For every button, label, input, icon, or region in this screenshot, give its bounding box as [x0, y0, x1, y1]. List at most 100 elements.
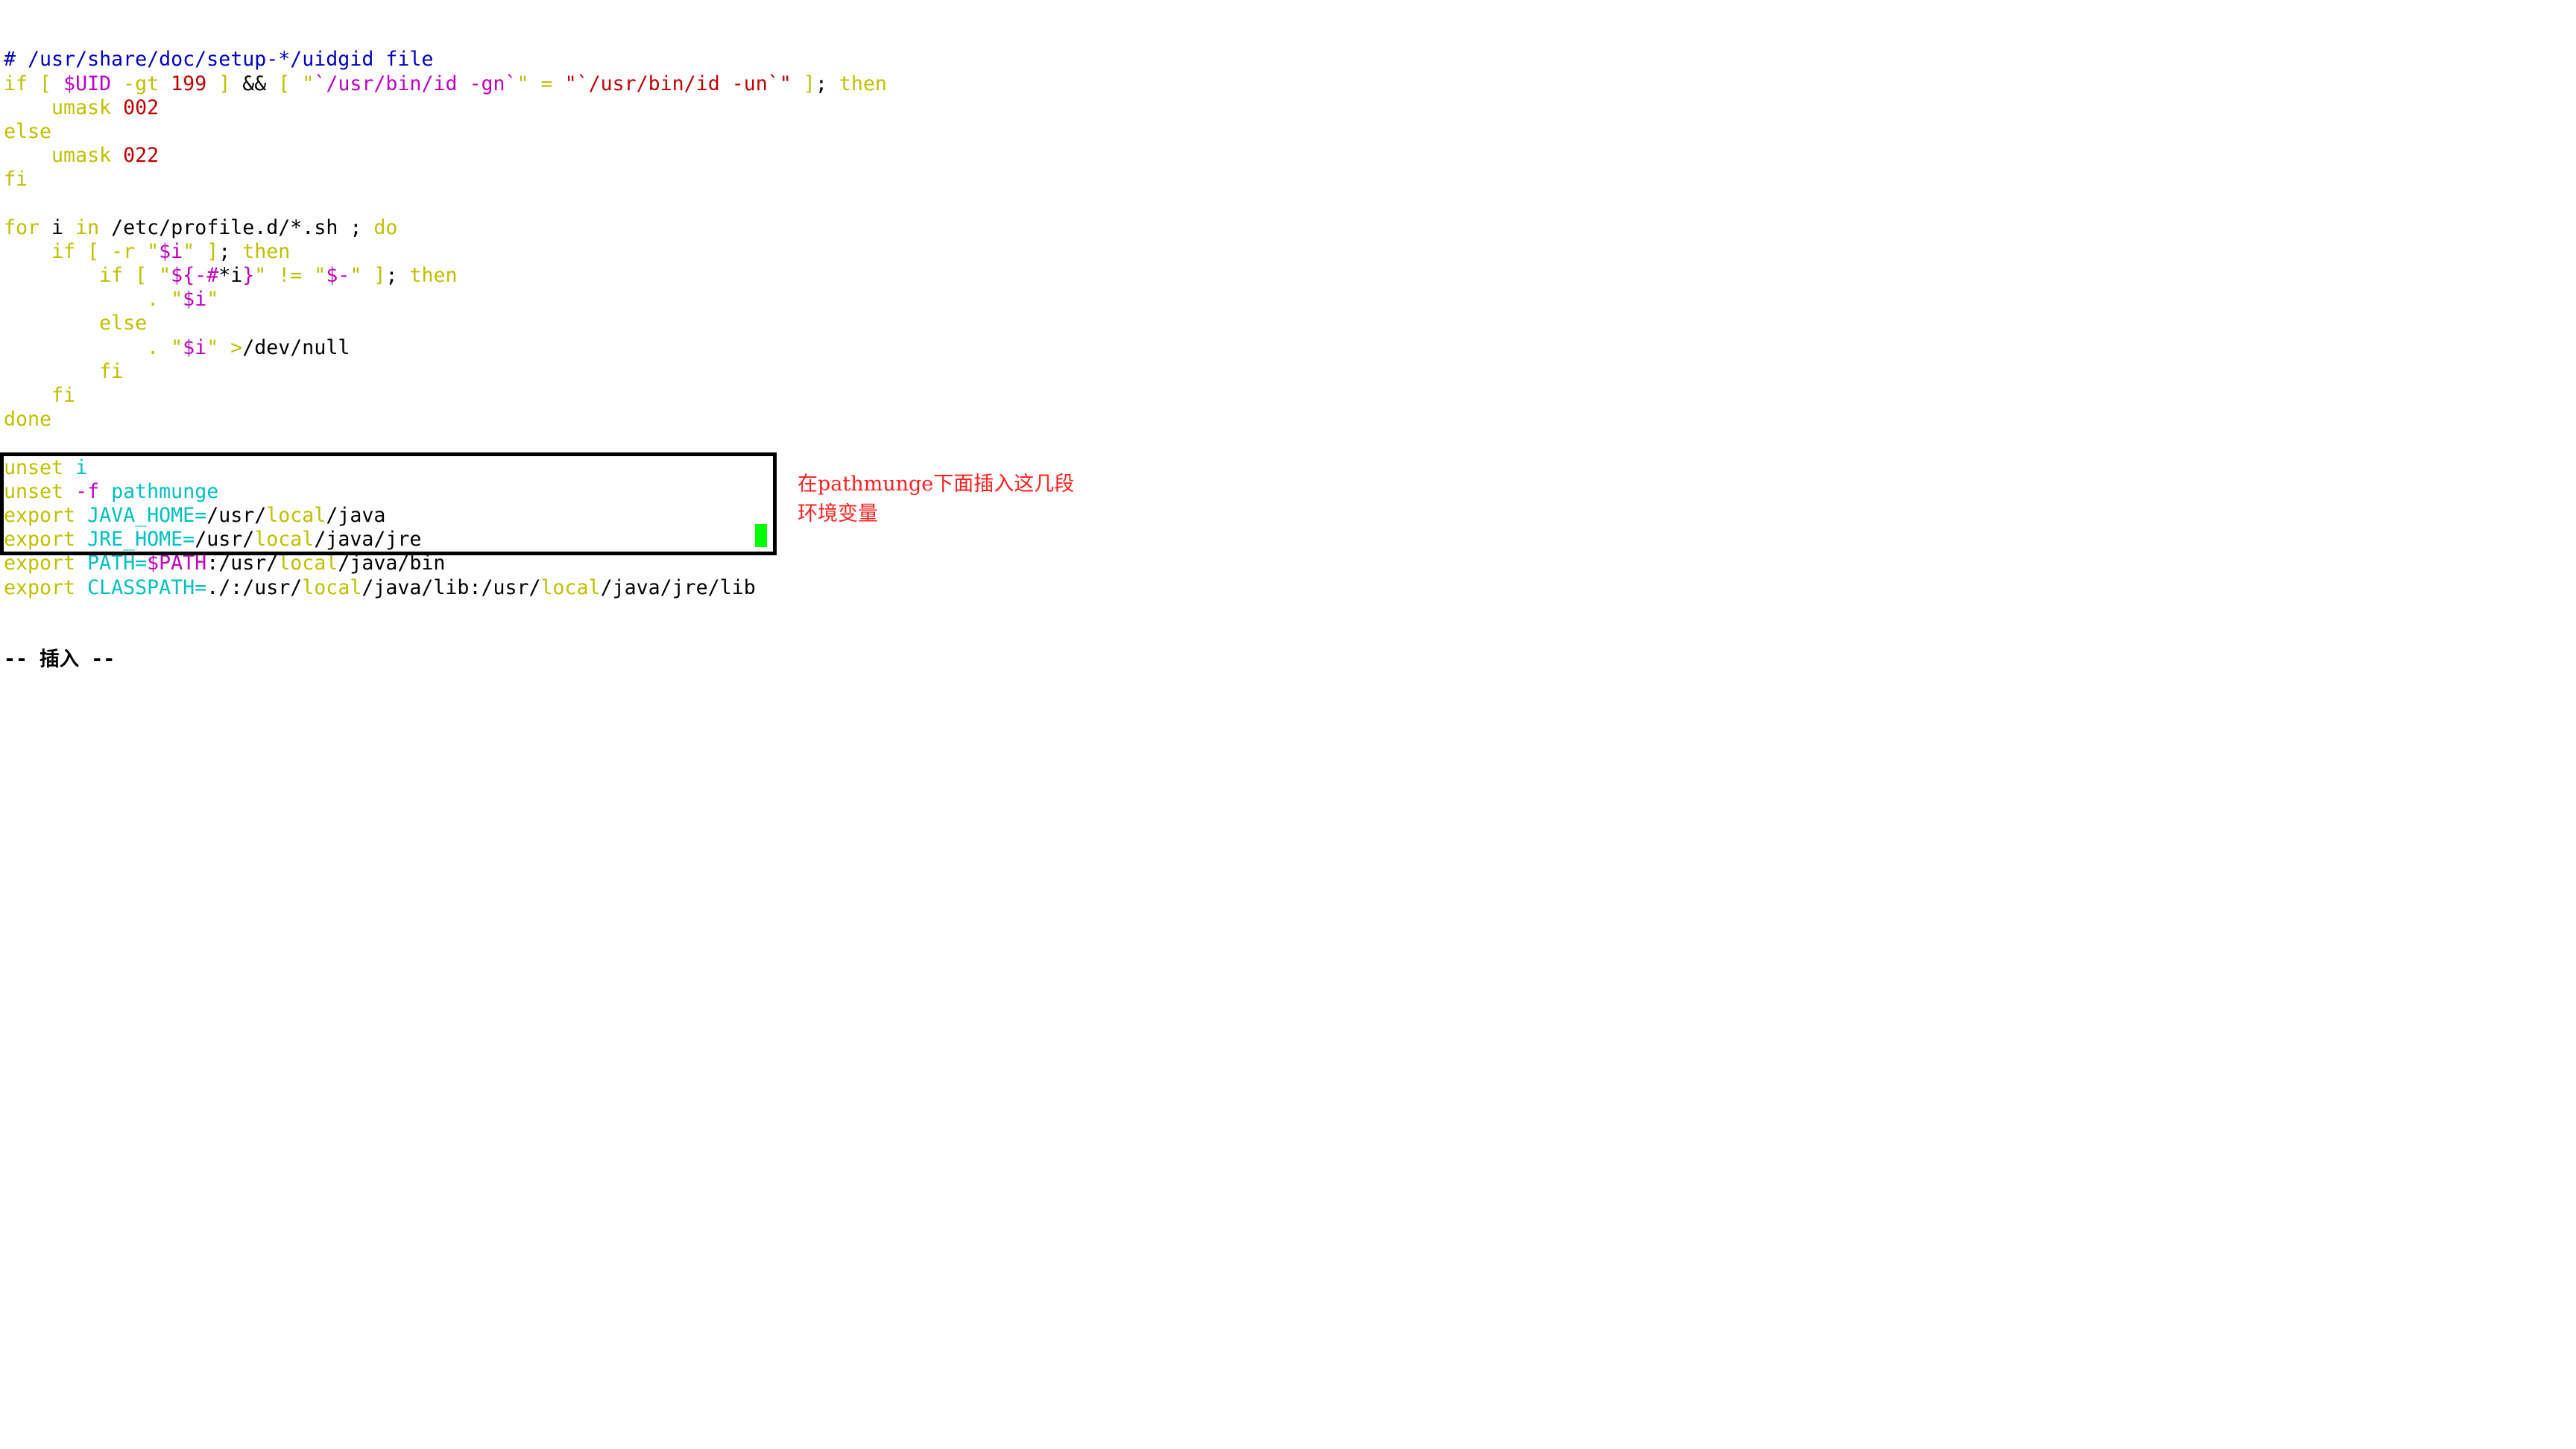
- token-var: $-: [326, 264, 350, 288]
- token-plain: ./:/usr/: [206, 575, 303, 599]
- token-ident: i: [75, 455, 88, 479]
- token-keyword: then: [839, 72, 887, 95]
- code-line[interactable]: if [ $UID -gt 199 ] && [ "`/usr/bin/id -…: [4, 72, 887, 96]
- token-plain: /java/jre: [314, 528, 422, 552]
- token-ident: CLASSPATH=: [87, 575, 207, 599]
- annotation-line-2: 环境变量: [798, 502, 878, 525]
- token-keyword: ]: [206, 72, 243, 95]
- code-line[interactable]: fi: [4, 360, 887, 384]
- token-plain: &&: [242, 72, 267, 95]
- token-var: ${-#: [171, 264, 219, 288]
- vim-editor[interactable]: # /usr/share/doc/setup-*/uidgid file if […: [4, 0, 887, 696]
- code-line[interactable]: done: [4, 408, 887, 432]
- token-plain: /usr/: [195, 528, 255, 552]
- token-keyword: export: [4, 552, 88, 575]
- token-var: $UID: [63, 72, 112, 95]
- token-string: "`/usr/bin/id -un`": [564, 72, 792, 95]
- token-keyword: export: [4, 503, 88, 527]
- code-line[interactable]: else: [4, 120, 887, 144]
- code-line[interactable]: unset i: [4, 456, 887, 480]
- token-keyword: unset: [4, 455, 76, 479]
- code-line[interactable]: if [ -r "$i" ]; then: [4, 240, 887, 264]
- token-keyword: do: [373, 215, 398, 239]
- token-number: 199: [171, 72, 207, 95]
- token-keyword: if [ -r ": [4, 239, 160, 263]
- token-var: }: [242, 264, 255, 288]
- code-line[interactable]: fi: [4, 384, 887, 408]
- token-keyword: done: [4, 408, 52, 432]
- code-line[interactable]: for i in /etc/profile.d/*.sh ; do: [4, 216, 887, 240]
- token-keyword: local: [266, 503, 326, 527]
- token-keyword: ]: [791, 72, 815, 95]
- token-plain: ;: [218, 239, 243, 263]
- token-var: $PATH: [147, 552, 207, 575]
- code-line[interactable]: unset -f pathmunge: [4, 480, 887, 504]
- token-keyword: else: [4, 312, 148, 335]
- token-keyword: ": [206, 288, 219, 312]
- annotation-note: 在pathmunge下面插入这几段 环境变量: [798, 470, 1074, 529]
- token-plain: /dev/null: [242, 335, 350, 359]
- text-cursor: [755, 524, 767, 547]
- token-keyword: " ]: [350, 264, 386, 288]
- token-var: $i: [159, 239, 183, 263]
- code-lines[interactable]: # /usr/share/doc/setup-*/uidgid file if […: [4, 48, 887, 599]
- token-keyword: -gt: [111, 72, 171, 95]
- token-keyword: fi: [4, 168, 28, 192]
- token-keyword: then: [242, 239, 291, 263]
- token-keyword: umask: [4, 95, 124, 119]
- token-keyword: local: [302, 575, 362, 599]
- token-keyword: local: [254, 528, 315, 552]
- token-plain: /etc/profile.d/*.sh ;: [99, 215, 374, 239]
- token-keyword: umask: [4, 144, 124, 168]
- token-keyword: " ]: [183, 239, 219, 263]
- token-plain: /java/bin: [338, 552, 446, 575]
- code-line[interactable]: umask 002: [4, 96, 887, 120]
- token-plain: ;: [815, 72, 839, 95]
- token-plain: /java/jre/lib: [600, 575, 756, 599]
- token-keyword: fi: [4, 384, 76, 408]
- token-ident: pathmunge: [111, 479, 219, 503]
- token-comment: # /usr/share/doc/setup-*/uidgid file: [4, 48, 434, 72]
- code-line[interactable]: . "$i": [4, 288, 887, 312]
- token-var: `/usr/bin/id -gn`: [314, 72, 517, 95]
- token-keyword: local: [278, 552, 338, 575]
- token-keyword: for: [4, 215, 40, 239]
- code-line[interactable]: [4, 192, 887, 216]
- token-plain: *i: [218, 264, 243, 288]
- token-keyword: then: [409, 264, 458, 288]
- token-keyword: " >: [206, 335, 243, 359]
- code-line[interactable]: else: [4, 312, 887, 335]
- token-var: -f: [75, 479, 100, 503]
- code-line[interactable]: . "$i" >/dev/null: [4, 336, 887, 360]
- code-line[interactable]: if [ "${-#*i}" != "$-" ]; then: [4, 264, 887, 288]
- token-keyword: local: [540, 575, 601, 599]
- token-plain: i: [40, 215, 76, 239]
- code-line[interactable]: fi: [4, 168, 887, 192]
- token-plain: :/usr/: [206, 552, 279, 575]
- token-keyword: unset: [4, 479, 76, 503]
- code-line[interactable]: [4, 432, 887, 455]
- status-line: -- 插入 --: [4, 648, 116, 672]
- token-keyword: if [ ": [4, 264, 171, 288]
- token-ident: JAVA_HOME=: [87, 503, 207, 527]
- token-plain: /usr/: [206, 503, 267, 527]
- token-keyword: . ": [4, 288, 183, 312]
- token-plain: /java/lib:/usr/: [362, 575, 541, 599]
- token-ident: JRE_HOME=: [87, 528, 195, 552]
- token-plain: ;: [385, 264, 410, 288]
- token-keyword: export: [4, 528, 88, 552]
- code-line[interactable]: export CLASSPATH=./:/usr/local/java/lib:…: [4, 576, 887, 600]
- token-keyword: " != ": [254, 264, 326, 288]
- token-plain: /java: [326, 503, 386, 527]
- token-keyword: . ": [4, 335, 183, 359]
- code-line[interactable]: export PATH=$PATH:/usr/local/java/bin: [4, 552, 887, 575]
- code-line[interactable]: # /usr/share/doc/setup-*/uidgid file: [4, 48, 887, 72]
- token-keyword: [ ": [266, 72, 315, 95]
- token-keyword: fi: [4, 359, 124, 383]
- token-keyword: in: [75, 215, 100, 239]
- annotation-line-1: 在pathmunge下面插入这几段: [798, 473, 1075, 496]
- code-line[interactable]: umask 022: [4, 144, 887, 168]
- token-keyword: export: [4, 575, 88, 599]
- token-number: 002: [123, 95, 160, 119]
